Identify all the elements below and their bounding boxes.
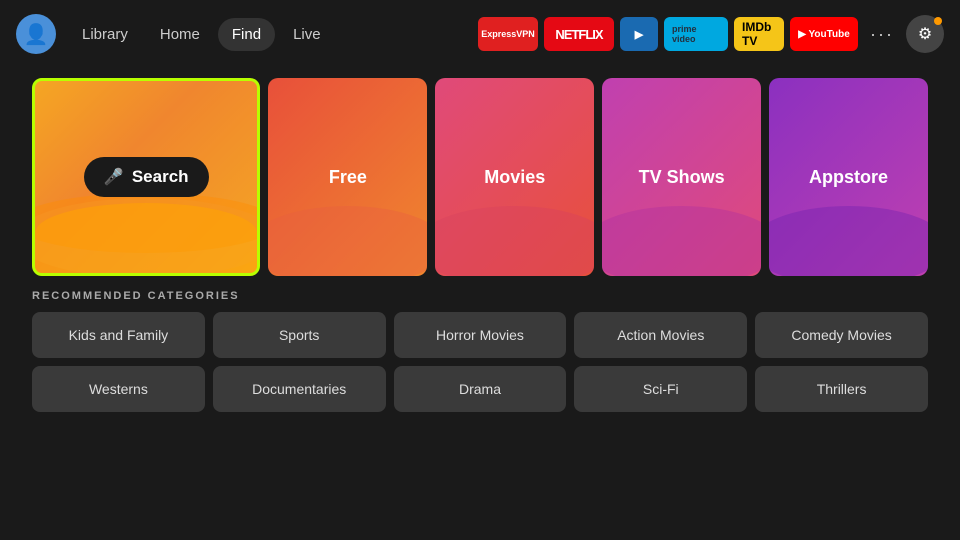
- appstore-label: Appstore: [809, 167, 888, 188]
- nav-library[interactable]: Library: [68, 18, 142, 51]
- nav-links: Library Home Find Live: [68, 18, 335, 51]
- recommended-row-2: Westerns Documentaries Drama Sci-Fi Thri…: [32, 366, 928, 412]
- settings-notification-dot: [934, 17, 942, 25]
- movies-label: Movies: [484, 167, 545, 188]
- free-tile[interactable]: Free: [268, 78, 427, 276]
- search-button[interactable]: 🎤 Search: [84, 157, 209, 197]
- free-label: Free: [329, 167, 367, 188]
- youtube-app[interactable]: ▶ YouTube: [790, 17, 858, 51]
- category-comedy-movies[interactable]: Comedy Movies: [755, 312, 928, 358]
- category-drama[interactable]: Drama: [394, 366, 567, 412]
- category-action-movies[interactable]: Action Movies: [574, 312, 747, 358]
- category-sports[interactable]: Sports: [213, 312, 386, 358]
- recommended-categories-section: RECOMMENDED CATEGORIES Kids and Family S…: [32, 290, 928, 412]
- recommended-row-1: Kids and Family Sports Horror Movies Act…: [32, 312, 928, 358]
- recommended-title: RECOMMENDED CATEGORIES: [32, 290, 928, 302]
- nav-home[interactable]: Home: [146, 18, 214, 51]
- paramount-app[interactable]: ▶: [620, 17, 658, 51]
- category-kids-family[interactable]: Kids and Family: [32, 312, 205, 358]
- movies-tile[interactable]: Movies: [435, 78, 594, 276]
- category-horror-movies[interactable]: Horror Movies: [394, 312, 567, 358]
- category-westerns[interactable]: Westerns: [32, 366, 205, 412]
- tvshows-tile[interactable]: TV Shows: [602, 78, 761, 276]
- main-content: 🎤 Search Free Movies TV Shows Appstore R…: [0, 68, 960, 428]
- search-tile[interactable]: 🎤 Search: [32, 78, 260, 276]
- search-label: Search: [132, 167, 189, 187]
- category-thrillers[interactable]: Thrillers: [755, 366, 928, 412]
- category-documentaries[interactable]: Documentaries: [213, 366, 386, 412]
- recommended-grid: Kids and Family Sports Horror Movies Act…: [32, 312, 928, 412]
- avatar[interactable]: 👤: [16, 14, 56, 54]
- category-sci-fi[interactable]: Sci-Fi: [574, 366, 747, 412]
- imdb-app[interactable]: IMDb TV: [734, 17, 784, 51]
- settings-button[interactable]: ⚙: [906, 15, 944, 53]
- microphone-icon: 🎤: [104, 167, 124, 187]
- tvshows-label: TV Shows: [639, 167, 725, 188]
- prime-video-app[interactable]: prime video: [664, 17, 728, 51]
- appstore-tile[interactable]: Appstore: [769, 78, 928, 276]
- nav-find[interactable]: Find: [218, 18, 275, 51]
- nav-live[interactable]: Live: [279, 18, 335, 51]
- category-tiles: 🎤 Search Free Movies TV Shows Appstore: [32, 78, 928, 276]
- settings-icon: ⚙: [918, 24, 932, 44]
- netflix-app[interactable]: NETFLIX: [544, 17, 614, 51]
- app-shortcuts: ExpressVPN NETFLIX ▶ prime video IMDb TV…: [478, 15, 944, 53]
- avatar-icon: 👤: [24, 22, 49, 47]
- more-apps-button[interactable]: ···: [864, 17, 900, 51]
- expressvpn-app[interactable]: ExpressVPN: [478, 17, 538, 51]
- top-navigation: 👤 Library Home Find Live ExpressVPN NETF…: [0, 0, 960, 68]
